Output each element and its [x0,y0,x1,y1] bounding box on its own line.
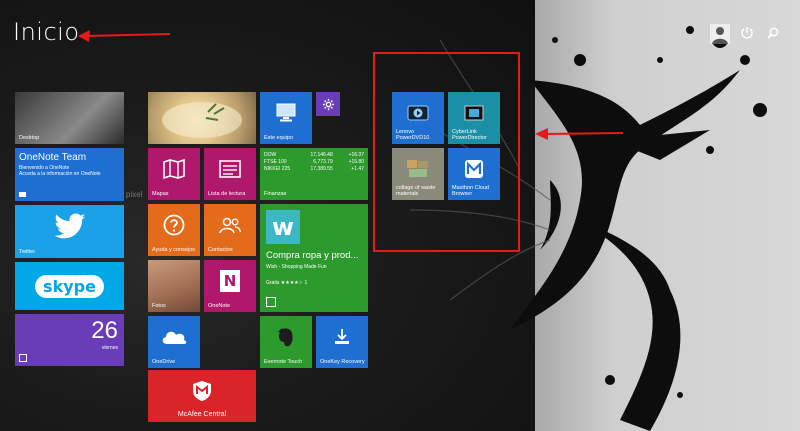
tile-label: Contactos [208,247,233,253]
store-rating: Gratis ★★★★☆ 1 [266,280,308,286]
film-icon [448,92,500,134]
calendar-weekday: viernes [101,345,118,351]
onenote-line-2: Acceda a la información en OneNote [19,171,101,177]
finance-cell: 17,146.48 [310,152,333,158]
evernote-elephant-icon [260,316,312,358]
user-avatar-icon[interactable] [710,24,730,44]
finance-cell: +1.47 [351,166,364,172]
tile-twitter[interactable]: Twitter [15,205,124,258]
tile-este-equipo[interactable]: Este equipo [260,92,312,144]
map-icon [148,148,200,190]
finance-cell: FTSE 100 [264,159,287,165]
tile-mapas[interactable]: Mapas [148,148,200,200]
tile-label: Finanzas [264,191,287,197]
tile-label: Ayuda y consejos [152,247,196,253]
annotation-arrow-group [535,128,624,140]
twitter-bird-icon [15,205,124,248]
wish-logo-letter: w [271,213,295,241]
reading-list-icon [204,148,256,190]
gear-icon [316,92,340,116]
cloud-icon [148,316,200,358]
mail-icon [19,192,26,197]
wish-logo-icon: w [266,210,300,244]
collage-image-icon [392,148,444,190]
page-title: Inicio [13,18,80,46]
pasta-image [162,102,242,138]
finance-cell: +16.37 [348,152,364,158]
skype-logo-icon: skype [15,262,124,310]
tile-label: Maxthon Cloud Browser [452,185,489,197]
calendar-day: 26 [91,317,118,344]
tile-food-photo[interactable] [148,92,256,144]
onenote-title: OneNote Team [19,152,87,163]
contacts-icon [204,204,256,246]
tile-label: Mapas [152,191,169,197]
tile-onenote-app[interactable]: N OneNote [204,260,256,312]
tile-desktop[interactable]: Desktop [15,92,124,144]
tile-mcafee[interactable]: McAfee Central [148,370,256,422]
mcafee-label: McAfee Central [177,411,227,418]
tile-store-wish[interactable]: w Compra ropa y prod... Wish - Shopping … [260,204,368,312]
recovery-download-icon [316,316,368,358]
tile-lista-lectura[interactable]: Lista de lectura [204,148,256,200]
finance-cell: DOW [264,152,277,158]
finance-row: NIKKEI 225 17,389.55 +1.47 [264,166,364,173]
tile-onekey[interactable]: OneKey Recovery [316,316,368,368]
tile-label: Lista de lectura [208,191,246,197]
tile-label: CyberLink PowerDirector [452,129,487,141]
pixel-overlay-text: pixel [126,190,143,199]
tile-label: OneDrive [152,359,176,365]
tile-onedrive[interactable]: OneDrive [148,316,200,368]
tile-label: OneNote [208,303,231,309]
tile-ayuda[interactable]: Ayuda y consejos [148,204,200,256]
tile-label: OneKey Recovery [320,359,365,365]
tile-label: Fotos [152,303,166,309]
finance-cell: +15.80 [348,159,364,165]
store-subtitle: Wish - Shopping Made Fun [266,264,327,270]
finance-row: DOW 17,146.48 +16.37 [264,152,364,159]
power-icon[interactable] [740,26,758,44]
tile-label: Lenovo PowerDVD10 [396,129,430,141]
tile-label: Twitter [19,249,36,255]
tile-collage[interactable]: collage of waste materials [392,148,444,200]
finance-row: FTSE 100 6,773.79 +15.80 [264,159,364,166]
tile-label: Este equipo [264,135,294,141]
computer-icon [260,92,312,134]
maxthon-logo-icon [448,148,500,190]
skype-logo-text: skype [35,274,104,298]
onenote-icon: N [204,260,256,302]
tile-onenote-team[interactable]: OneNote Team Bienvenido a OneNote Acceda… [15,148,124,201]
finance-rows: DOW 17,146.48 +16.37 FTSE 100 6,773.79 +15.80… [264,152,364,173]
dvd-play-icon [392,92,444,134]
tile-label: collage of waste materials [396,185,436,197]
tile-evernote[interactable]: Evernote Touch [260,316,312,368]
store-title: Compra ropa y prod... [266,250,359,261]
store-bag-icon [266,297,276,307]
tile-calendar[interactable]: 26 viernes [15,314,124,366]
tile-maxthon[interactable]: Maxthon Cloud Browser [448,148,500,200]
tile-label: Evernote Touch [264,359,303,365]
help-question-icon [148,204,200,246]
finance-cell: 17,389.55 [310,166,333,172]
annotation-arrow-title [78,30,171,42]
mcafee-shield-icon [148,370,256,412]
search-icon[interactable] [766,26,784,44]
tile-fotos[interactable]: Fotos [148,260,200,312]
tile-settings[interactable] [316,92,340,116]
finance-cell: 6,773.79 [313,159,333,165]
tile-lenovo-powerdvd[interactable]: Lenovo PowerDVD10 [392,92,444,144]
tile-skype[interactable]: skype [15,262,124,310]
finance-cell: NIKKEI 225 [264,166,291,172]
tile-cyberlink-powerdirector[interactable]: CyberLink PowerDirector [448,92,500,144]
tile-contactos[interactable]: Contactos [204,204,256,256]
calendar-icon [19,354,27,362]
tile-label: Desktop [19,135,40,141]
tile-finanzas[interactable]: DOW 17,146.48 +16.37 FTSE 100 6,773.79 +15.80… [260,148,368,200]
